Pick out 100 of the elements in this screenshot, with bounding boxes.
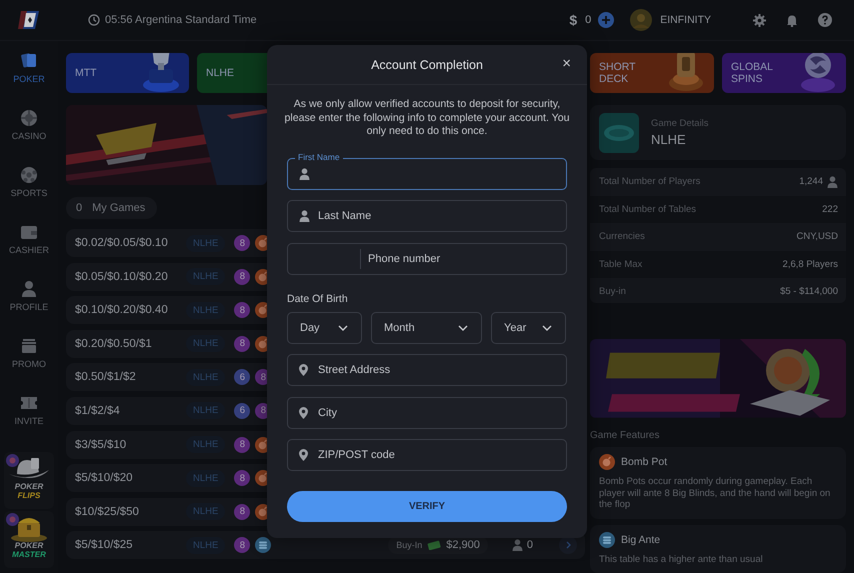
seats-badge: 6 bbox=[234, 402, 250, 419]
details-caption: Game Details bbox=[651, 118, 709, 130]
category-tile[interactable]: SHORT DECK bbox=[590, 53, 714, 93]
close-button[interactable]: × bbox=[558, 55, 575, 73]
sidebar-item[interactable]: CASINO bbox=[12, 108, 46, 165]
logo-icon[interactable] bbox=[17, 8, 41, 32]
time-label: 05:56 Argentina Standard Time bbox=[105, 14, 257, 26]
input-field[interactable]: City bbox=[287, 396, 567, 428]
chevron-down-icon bbox=[338, 324, 348, 330]
category-tile[interactable]: GLOBAL SPINS bbox=[722, 53, 846, 93]
dropdown[interactable]: Year bbox=[491, 312, 566, 344]
seats-badge: 8 bbox=[234, 302, 250, 318]
stakes-label: $3/$5/$10 bbox=[75, 438, 128, 451]
settings-icon[interactable] bbox=[753, 14, 766, 26]
trophy-drawing bbox=[141, 53, 181, 93]
stat-value: 2,6,8 Players bbox=[782, 258, 838, 270]
feature-title: Big Ante bbox=[621, 534, 660, 546]
gift-box-icon bbox=[22, 339, 36, 353]
location-pin-icon bbox=[299, 406, 308, 418]
cash-icon bbox=[427, 540, 442, 550]
sidebar-item[interactable]: CASHIER bbox=[8, 222, 49, 279]
emblem-drawing bbox=[666, 53, 706, 93]
game-promo-tile[interactable]: POKER FLIPS bbox=[4, 452, 54, 509]
game-tag: NLHE bbox=[186, 234, 226, 252]
bomb-icon bbox=[599, 454, 615, 470]
stat-label: Total Number of Players bbox=[599, 176, 700, 188]
game-tag: NLHE bbox=[186, 268, 226, 286]
count: 0 bbox=[76, 202, 82, 214]
game-tag: NLHE bbox=[186, 536, 226, 554]
cards-icon bbox=[20, 53, 36, 68]
buy-in-label: Buy-In bbox=[396, 540, 422, 550]
sidebar-item[interactable]: PROFILE bbox=[10, 279, 48, 336]
deposit-button[interactable] bbox=[598, 12, 614, 28]
stakes-label: $5/$10/$20 bbox=[75, 472, 134, 484]
plus-icon bbox=[602, 16, 610, 24]
dropdown[interactable]: Day bbox=[287, 312, 362, 344]
buy-in-amount: $2,900 bbox=[446, 539, 480, 552]
location-pin-icon bbox=[299, 449, 308, 461]
chevron-right-icon bbox=[566, 541, 570, 550]
game-tag: NLHE bbox=[186, 402, 226, 420]
field-label: Date Of Birth bbox=[287, 293, 349, 305]
coin-stack-icon bbox=[599, 532, 615, 548]
input-field[interactable]: Street Address bbox=[287, 354, 567, 386]
stat-label: Table Max bbox=[599, 258, 642, 270]
chip-icon bbox=[6, 454, 19, 467]
sidebar-item[interactable]: INVITE bbox=[14, 393, 44, 450]
verify-button[interactable]: VERIFY bbox=[287, 491, 567, 522]
chevron-down-icon bbox=[542, 324, 552, 330]
seats-badge: 8 bbox=[234, 235, 250, 251]
dropdown[interactable]: Month bbox=[371, 312, 482, 344]
stakes-label: $0.20/$0.50/$1 bbox=[75, 338, 153, 350]
game-tag: NLHE bbox=[186, 470, 226, 487]
balance-amount: 0 bbox=[585, 14, 592, 26]
category-tile[interactable]: MTT bbox=[66, 53, 189, 93]
seats-badge: 6 bbox=[234, 369, 250, 386]
promo-title: POKER MASTER bbox=[12, 541, 46, 559]
clock-icon bbox=[88, 14, 100, 26]
sidebar-item[interactable]: POKER bbox=[13, 51, 45, 108]
game-promo-tile[interactable]: POKER MASTER bbox=[4, 511, 54, 568]
players-icon bbox=[827, 176, 838, 188]
stakes-label: $0.50/$1/$2 bbox=[75, 371, 137, 384]
player-count: 0 bbox=[526, 539, 533, 552]
wallet-icon bbox=[20, 226, 37, 239]
input-field[interactable]: ZIP/POST code bbox=[287, 439, 567, 471]
phone-field[interactable]: Phone number bbox=[287, 242, 567, 274]
coin-stack-icon bbox=[255, 537, 272, 554]
feature-description: This table has a higher ante than usual bbox=[599, 554, 764, 565]
game-tag: NLHE bbox=[186, 503, 226, 520]
person-icon bbox=[299, 168, 310, 180]
game-tag: NLHE bbox=[186, 436, 226, 454]
stat-label: Currencies bbox=[599, 231, 645, 242]
chevron-down-icon bbox=[458, 324, 468, 330]
feature-description: Bomb Pots occur randomly during gameplay. Each player will ante 8 Big Blinds, and the hand will begin on the flop bbox=[599, 476, 832, 510]
stat-label: Total Number of Tables bbox=[599, 204, 696, 215]
players-icon bbox=[512, 539, 523, 552]
seats-badge: 8 bbox=[234, 537, 250, 554]
person-icon bbox=[22, 281, 36, 297]
bell-icon[interactable] bbox=[786, 14, 798, 26]
stat-label: Buy-in bbox=[599, 286, 626, 298]
emblem-drawing bbox=[798, 53, 838, 93]
stat-value: CNY,USD bbox=[796, 231, 838, 242]
my-games-filter[interactable]: 0 My Games bbox=[66, 197, 158, 219]
stakes-label: $0.02/$0.05/$0.10 bbox=[75, 237, 169, 249]
stakes-label: $10/$25/$50 bbox=[75, 506, 140, 518]
input-field[interactable]: Last Name bbox=[287, 200, 567, 232]
chip-icon bbox=[20, 110, 37, 126]
avatar[interactable] bbox=[630, 9, 652, 31]
sidebar-item[interactable]: PROMO bbox=[12, 336, 46, 393]
game-name: NLHE bbox=[651, 132, 687, 148]
sidebar-item[interactable]: SPORTS bbox=[10, 165, 48, 222]
section-heading: Game Features bbox=[590, 430, 660, 441]
help-icon[interactable] bbox=[818, 13, 832, 27]
stat-value: 222 bbox=[822, 204, 838, 215]
location-pin-icon bbox=[299, 364, 308, 376]
my-games-label: My Games bbox=[92, 202, 146, 214]
chip-icon bbox=[6, 513, 19, 526]
seats-badge: 8 bbox=[234, 268, 250, 285]
floating-label: First Name bbox=[295, 152, 343, 162]
game-logo-icon bbox=[599, 112, 639, 153]
username[interactable]: EINFINITY bbox=[660, 14, 711, 26]
